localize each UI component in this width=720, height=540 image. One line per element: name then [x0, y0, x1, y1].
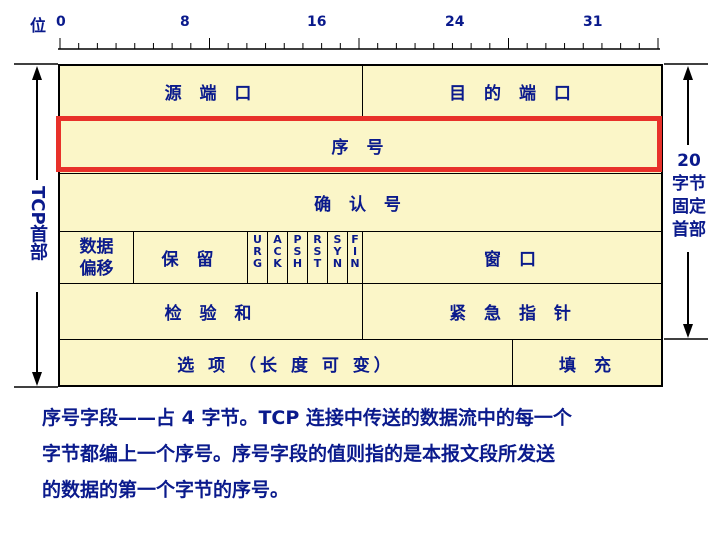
flag-psh: PSH: [287, 232, 307, 283]
flag-urg: URG: [247, 232, 267, 283]
fixed-header-line3: 首部: [672, 220, 706, 240]
tcp-header-table: 源 端 口 目 的 端 口 序 号 确 认 号 数据 偏移 保 留 URG AC…: [58, 64, 663, 387]
row-options: 选 项 （长 度 可 变） 填 充: [60, 340, 661, 387]
flag-fin: FIN: [347, 232, 362, 283]
data-offset-cell: 数据 偏移: [60, 232, 133, 283]
checksum-cell: 检 验 和: [164, 304, 258, 324]
row-checksum: 检 验 和 紧 急 指 针: [60, 284, 661, 340]
dest-port-cell: 目 的 端 口: [362, 66, 663, 117]
fixed-header-label: 20 字节 固定 首部: [664, 150, 714, 242]
data-offset-line2: 偏移: [79, 258, 114, 279]
data-offset-line1: 数据: [79, 236, 114, 257]
flag-rst: RST: [307, 232, 327, 283]
options-cell: 选 项 （长 度 可 变）: [177, 356, 395, 376]
fixed-header-line1: 字节: [672, 174, 706, 194]
source-port-cell: 源 端 口: [164, 84, 258, 104]
flag-syn: SYN: [327, 232, 347, 283]
urgent-pointer-cell: 紧 急 指 针: [362, 284, 663, 339]
window-cell: 窗 口: [362, 232, 663, 283]
flag-ack: ACK: [267, 232, 287, 283]
row-ports: 源 端 口 目 的 端 口: [60, 66, 661, 118]
fixed-header-bytes: 20: [677, 151, 701, 171]
fixed-header-line2: 固定: [672, 197, 706, 217]
caption-line-2: 字节都编上一个序号。序号字段的值则指的是本报文段所发送: [42, 443, 556, 465]
reserved-cell: 保 留: [133, 232, 247, 283]
row-flags: 数据 偏移 保 留 URG ACK PSH RST SYN FIN 窗 口: [60, 232, 661, 284]
caption-line-3: 的数据的第一个字节的序号。: [42, 479, 290, 501]
padding-cell: 填 充: [512, 340, 663, 387]
seq-highlight-box: [56, 116, 662, 172]
caption-line-1: 序号字段——占 4 字节。TCP 连接中传送的数据流中的每一个: [42, 407, 572, 429]
tcp-header-label: TCP首部: [27, 186, 48, 261]
ack-cell: 确 认 号: [314, 195, 407, 215]
row-ack: 确 认 号: [60, 174, 661, 232]
caption-text: 序号字段——占 4 字节。TCP 连接中传送的数据流中的每一个 字节都编上一个序…: [42, 400, 702, 508]
